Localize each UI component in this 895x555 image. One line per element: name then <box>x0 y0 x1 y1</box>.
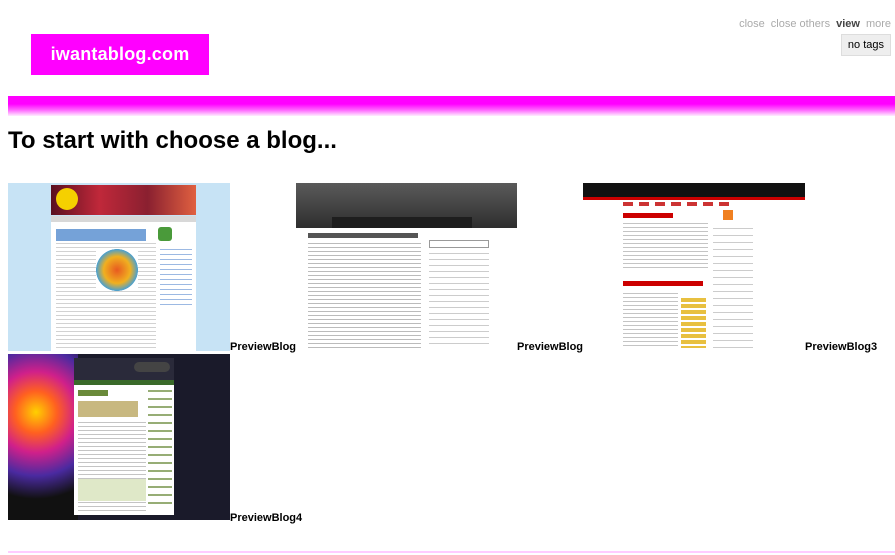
thumb-post-title <box>623 281 703 286</box>
preview-blog4-link[interactable]: PreviewBlog4 <box>230 512 302 524</box>
preview-blog1-link[interactable]: PreviewBlog1 <box>230 341 302 353</box>
thumb-navbar <box>623 202 733 206</box>
thumb-text-lines <box>623 293 678 348</box>
rss-icon <box>158 227 172 241</box>
preview-blog3-link[interactable]: PreviewBlog3 <box>805 341 877 353</box>
close-link[interactable]: close <box>739 18 765 30</box>
thumb-sidebar <box>148 390 172 510</box>
header-band <box>8 96 895 116</box>
preview-blog4-thumbnail[interactable] <box>8 354 230 520</box>
thumb-sidebar <box>160 249 192 309</box>
thumb-post-title <box>308 233 418 238</box>
tiddler-toolbar: close close others view more <box>739 18 891 30</box>
page-title: To start with choose a blog... <box>8 127 337 154</box>
thumb-accent-line <box>583 197 805 200</box>
more-link[interactable]: more <box>866 18 891 30</box>
preview-blog2-thumbnail[interactable] <box>296 183 517 351</box>
view-link[interactable]: view <box>836 18 860 30</box>
thumb-text-lines <box>623 223 708 268</box>
tags-button[interactable]: no tags <box>840 34 891 56</box>
thumb-sidebar <box>713 228 753 348</box>
thumb-post-title <box>623 213 673 218</box>
thumb-search-box <box>429 240 489 248</box>
footer-divider <box>8 551 895 553</box>
thumb-post-title <box>56 229 146 241</box>
thumb-navbar <box>51 216 196 222</box>
thumb-table <box>681 298 706 348</box>
thumb-navbar <box>332 217 472 228</box>
thumb-illustration <box>96 249 138 291</box>
thumb-badge <box>56 188 78 210</box>
thumb-illustration <box>8 354 78 520</box>
preview-blog2-link[interactable]: PreviewBlog2 <box>517 341 589 353</box>
thumb-box <box>78 479 146 501</box>
close-others-link[interactable]: close others <box>771 18 830 30</box>
thumb-image <box>78 401 138 417</box>
thumb-sidebar <box>429 253 489 348</box>
thumb-header <box>583 183 805 197</box>
rss-icon <box>723 210 733 220</box>
thumb-text-lines <box>308 243 421 351</box>
preview-blog3-thumbnail[interactable] <box>583 183 805 351</box>
thumb-logo <box>134 362 170 372</box>
thumb-navbar <box>74 380 174 385</box>
site-logo[interactable]: iwantablog.com <box>31 34 209 75</box>
preview-blog1-thumbnail[interactable] <box>8 183 230 351</box>
thumb-post-title <box>78 390 108 396</box>
